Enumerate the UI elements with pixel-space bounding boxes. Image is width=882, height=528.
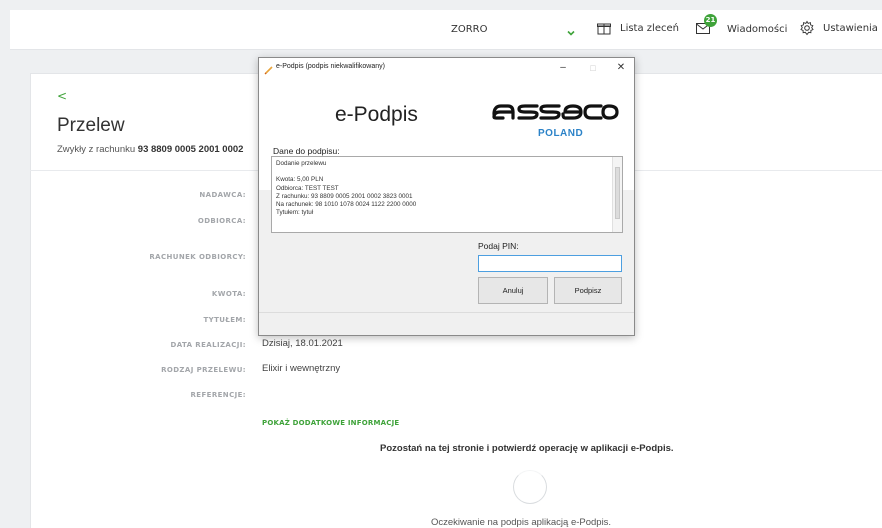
execution-date-label: DATA REALIZACJI: (170, 341, 246, 349)
sign-button[interactable]: Podpisz (554, 277, 622, 304)
cancel-button[interactable]: Anuluj (478, 277, 548, 304)
references-label: REFERENCJE: (190, 391, 246, 399)
dialog-bottom-divider (259, 312, 634, 313)
nav-orders-label: Lista zleceń (620, 22, 679, 34)
execution-date-value: Dzisiaj, 18.01.2021 (262, 338, 343, 349)
sign-data-text: Dodanie przelewu Kwota: 5,00 PLN Odbiorc… (276, 160, 417, 217)
sign-data-label: Dane do podpisu: (273, 146, 340, 156)
dialog-window-title: e-Podpis (podpis niekwalifikowany) (276, 63, 385, 70)
scrollbar-thumb[interactable] (615, 167, 620, 219)
show-more-link[interactable]: POKAŻ DODATKOWE INFORMACJE (262, 419, 399, 427)
waiting-message: Oczekiwanie na podpis aplikacją e-Podpis… (431, 517, 612, 528)
confirm-message: Pozostań na tej stronie i potwierdź oper… (380, 443, 674, 454)
subtitle-prefix: Zwykły z rachunku (57, 144, 136, 155)
asseco-logo (492, 104, 619, 120)
envelope-icon: 21 (695, 14, 719, 39)
gear-icon (800, 20, 814, 36)
nav-orders-button[interactable]: Lista zleceń (596, 20, 679, 36)
pin-label: Podaj PIN: (478, 241, 519, 251)
nav-messages-label: Wiadomości (727, 24, 788, 35)
close-button[interactable]: ✕ (611, 60, 631, 76)
dialog-titlebar[interactable]: e-Podpis (podpis niekwalifikowany) – □ ✕ (259, 58, 634, 78)
epodpis-dialog: e-Podpis (podpis niekwalifikowany) – □ ✕… (258, 57, 635, 336)
back-button[interactable]: < (57, 89, 67, 103)
nav-settings-label: Ustawienia (823, 22, 878, 34)
nav-settings-button[interactable]: Ustawienia (799, 20, 878, 36)
account-name[interactable]: ZORRO (451, 24, 488, 35)
loading-spinner (513, 470, 547, 504)
nav-messages-button[interactable]: 21 Wiadomości (695, 14, 788, 39)
messages-count-badge: 21 (704, 14, 717, 27)
minimize-button[interactable]: – (553, 60, 573, 76)
page-subtitle: Zwykły z rachunku 93 8809 0005 2001 0002 (57, 144, 243, 155)
asseco-poland-label: POLAND (538, 128, 584, 139)
maximize-button[interactable]: □ (583, 60, 603, 76)
transfer-type-value: Elixir i wewnętrzny (262, 363, 341, 374)
subtitle-account-number: 93 8809 0005 2001 0002 (137, 144, 244, 155)
sender-label: NADAWCA: (199, 191, 246, 199)
recipient-label: ODBIORCA: (197, 217, 246, 225)
transfer-type-label: RODZAJ PRZELEWU: (161, 366, 246, 374)
amount-label: KWOTA: (211, 290, 246, 298)
gift-box-icon (597, 23, 611, 35)
title-label: TYTUŁEM: (203, 316, 246, 324)
page-title: Przelew (57, 115, 125, 136)
dialog-heading: e-Podpis (335, 103, 418, 126)
pin-input[interactable] (478, 255, 622, 272)
top-header: ZORRO Lista zleceń 21 Wiadomości Ustawie… (10, 10, 882, 50)
sign-data-textarea[interactable]: Dodanie przelewu Kwota: 5,00 PLN Odbiorc… (271, 156, 623, 233)
textarea-scrollbar[interactable] (612, 157, 622, 232)
chevron-down-icon[interactable] (566, 23, 576, 42)
recipient-account-label: RACHUNEK ODBIORCY: (149, 253, 246, 261)
